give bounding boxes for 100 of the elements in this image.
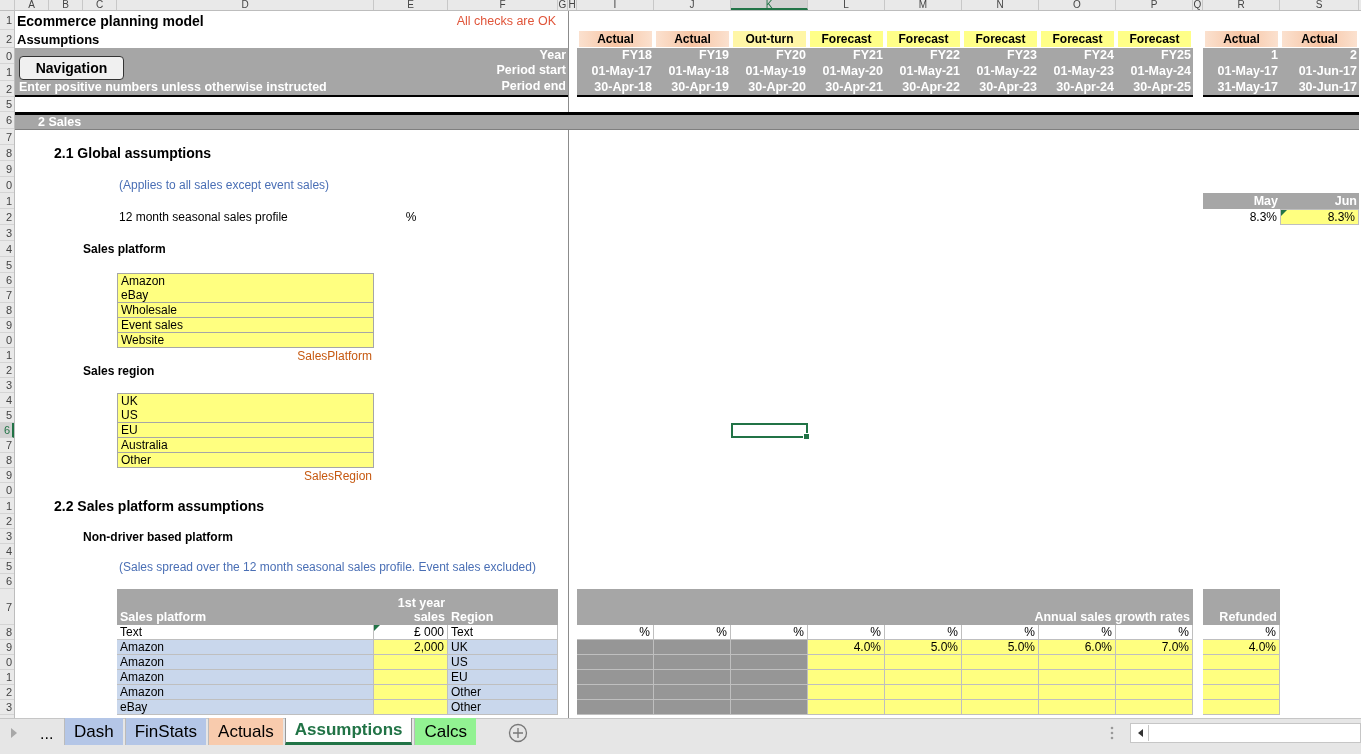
input-cell[interactable]: 6.0% — [1039, 640, 1116, 655]
column-header[interactable]: E — [374, 0, 448, 10]
row-number[interactable]: 0 — [0, 483, 14, 498]
row-number[interactable]: 9 — [0, 161, 14, 177]
column-header[interactable]: H — [568, 0, 577, 10]
input-cell[interactable] — [808, 700, 885, 715]
row-number[interactable]: 1 — [0, 64, 14, 81]
input-cell[interactable] — [962, 655, 1039, 670]
row-number[interactable]: 0 — [0, 333, 14, 348]
add-sheet-icon[interactable] — [508, 723, 528, 743]
row-number[interactable]: 0 — [0, 48, 14, 64]
list-cell[interactable]: Wholesale — [117, 303, 374, 318]
row-number[interactable]: 7 — [0, 589, 14, 625]
row-number[interactable]: 2 — [0, 514, 14, 529]
input-cell[interactable] — [808, 670, 885, 685]
row-number[interactable]: 8 — [0, 625, 14, 640]
list-cell[interactable]: Other — [117, 453, 374, 468]
input-cell[interactable] — [1116, 685, 1193, 700]
row-number[interactable]: 3 — [0, 225, 14, 241]
input-cell[interactable] — [1039, 700, 1116, 715]
input-cell[interactable] — [1203, 700, 1280, 715]
row-number[interactable]: 2 — [0, 209, 14, 225]
sheet-tab[interactable]: Calcs — [414, 718, 476, 745]
list-cell[interactable]: Website — [117, 333, 374, 348]
column-header[interactable]: D — [117, 0, 374, 10]
row-number[interactable]: 0 — [0, 655, 14, 670]
input-cell[interactable] — [374, 670, 448, 685]
row-number[interactable]: 1 — [0, 348, 14, 363]
input-cell[interactable] — [885, 700, 962, 715]
splitter-icon[interactable] — [1110, 726, 1114, 740]
column-header[interactable]: B — [49, 0, 83, 10]
sheet-tab[interactable]: FinStats — [124, 718, 207, 745]
input-cell[interactable] — [885, 655, 962, 670]
column-header[interactable]: P — [1116, 0, 1193, 10]
input-cell[interactable] — [1039, 670, 1116, 685]
input-cell[interactable] — [1203, 655, 1280, 670]
input-cell[interactable] — [374, 700, 448, 715]
row-number[interactable]: 6 — [0, 112, 14, 129]
row-number[interactable]: 9 — [0, 640, 14, 655]
column-header[interactable]: K — [731, 0, 808, 10]
month-value[interactable]: 8.3% — [1203, 209, 1280, 225]
sheet-tab[interactable]: Dash — [64, 718, 123, 745]
column-header[interactable]: A — [15, 0, 49, 10]
navigation-button[interactable]: Navigation — [19, 56, 124, 80]
row-number[interactable]: 1 — [0, 193, 14, 209]
row-number[interactable]: 1 — [0, 670, 14, 685]
list-cell[interactable]: Amazon — [117, 273, 374, 289]
input-cell[interactable]: 5.0% — [962, 640, 1039, 655]
input-cell[interactable] — [808, 655, 885, 670]
input-cell[interactable] — [374, 655, 448, 670]
input-cell[interactable] — [1039, 655, 1116, 670]
input-cell[interactable] — [1203, 670, 1280, 685]
column-header[interactable]: Q — [1193, 0, 1203, 10]
input-cell[interactable]: 5.0% — [885, 640, 962, 655]
row-number[interactable]: 2 — [0, 685, 14, 700]
row-number[interactable]: 3 — [0, 378, 14, 393]
row-number[interactable]: 5 — [0, 97, 14, 112]
row-number[interactable]: 6 — [0, 423, 14, 438]
input-cell[interactable] — [962, 670, 1039, 685]
column-header[interactable]: O — [1039, 0, 1116, 10]
row-number[interactable]: 5 — [0, 559, 14, 574]
sheet-tab[interactable]: Actuals — [208, 718, 283, 745]
input-cell[interactable] — [1039, 685, 1116, 700]
input-cell[interactable] — [1116, 655, 1193, 670]
input-cell[interactable] — [1116, 700, 1193, 715]
list-cell[interactable]: US — [117, 408, 374, 423]
row-number[interactable]: 3 — [0, 700, 14, 715]
input-cell[interactable] — [1116, 670, 1193, 685]
column-header[interactable]: R — [1203, 0, 1280, 10]
input-cell[interactable] — [808, 685, 885, 700]
column-header[interactable]: L — [808, 0, 885, 10]
list-cell[interactable]: Australia — [117, 438, 374, 453]
column-header[interactable]: S — [1280, 0, 1359, 10]
row-number[interactable]: 8 — [0, 145, 14, 161]
list-cell[interactable]: EU — [117, 423, 374, 438]
row-number[interactable]: 4 — [0, 544, 14, 559]
column-header[interactable]: N — [962, 0, 1039, 10]
input-cell[interactable] — [962, 685, 1039, 700]
input-cell[interactable] — [374, 685, 448, 700]
row-number[interactable]: 7 — [0, 438, 14, 453]
more-sheets-button[interactable]: ... — [40, 725, 62, 743]
row-number[interactable]: 9 — [0, 318, 14, 333]
row-number[interactable]: 1 — [0, 498, 14, 514]
input-cell[interactable] — [885, 685, 962, 700]
input-cell[interactable]: 2,000 — [374, 640, 448, 655]
row-number[interactable]: 2 — [0, 363, 14, 378]
column-header[interactable]: I — [577, 0, 654, 10]
row-number[interactable]: 9 — [0, 468, 14, 483]
row-number[interactable]: 2 — [0, 30, 14, 48]
column-header[interactable]: F — [448, 0, 558, 10]
row-number[interactable]: 8 — [0, 303, 14, 318]
row-number[interactable]: 6 — [0, 273, 14, 288]
month-value[interactable]: 8.3% — [1280, 209, 1359, 225]
input-cell[interactable] — [885, 670, 962, 685]
list-cell[interactable]: Event sales — [117, 318, 374, 333]
input-cell[interactable] — [962, 700, 1039, 715]
row-number[interactable]: 6 — [0, 574, 14, 589]
selected-cell[interactable] — [731, 423, 808, 438]
column-header[interactable]: G — [558, 0, 568, 10]
input-cell[interactable] — [1203, 685, 1280, 700]
